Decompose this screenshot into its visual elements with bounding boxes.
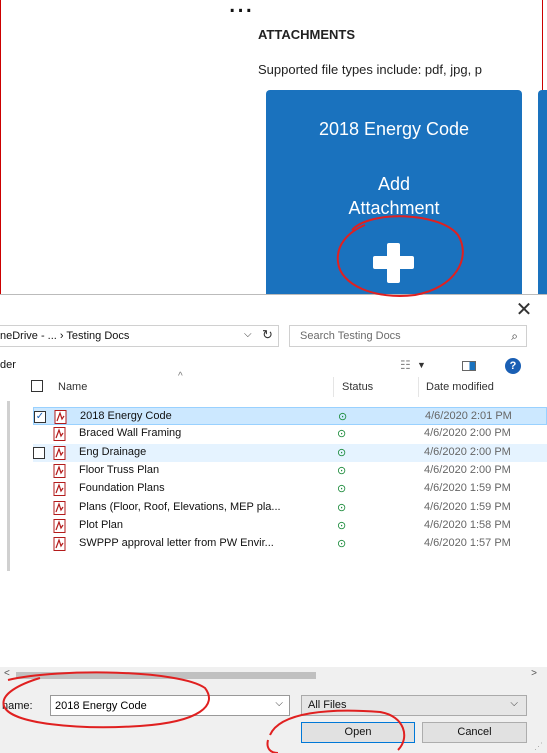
file-type-value: All Files: [308, 699, 347, 711]
open-button[interactable]: Open: [301, 722, 415, 743]
add-label-line1: Add: [377, 174, 411, 194]
add-attachment-label[interactable]: Add Attachment: [266, 172, 522, 220]
search-icon[interactable]: ⌕: [511, 329, 518, 344]
pdf-file-icon: [53, 445, 66, 460]
pdf-file-icon: [53, 463, 66, 478]
plus-icon-bar[interactable]: [373, 256, 414, 269]
file-row[interactable]: Plot Plan ⊙ 4/6/2020 1:58 PM: [33, 517, 547, 535]
breadcrumb-path[interactable]: neDrive - ... › Testing Docs: [0, 330, 129, 342]
chevron-down-icon[interactable]: ⌵: [510, 698, 518, 709]
file-open-dialog: ✕ neDrive - ... › Testing Docs ⌵ ↻ Searc…: [0, 294, 547, 753]
sync-status-icon: ⊙: [337, 428, 347, 441]
file-date-modified: 4/6/2020 2:00 PM: [424, 427, 511, 440]
attachment-card-energy-code[interactable]: 2018 Energy Code Add Attachment: [266, 90, 522, 305]
file-row[interactable]: ✓ 2018 Energy Code ⊙ 4/6/2020 2:01 PM: [33, 407, 547, 425]
resize-grip-icon[interactable]: ⋰: [534, 741, 543, 752]
sync-status-icon: ⊙: [337, 538, 347, 551]
file-name[interactable]: Plans (Floor, Roof, Elevations, MEP pla.…: [79, 501, 281, 513]
file-name[interactable]: Floor Truss Plan: [79, 464, 159, 476]
search-input[interactable]: Search Testing Docs: [300, 330, 401, 342]
scroll-right-icon[interactable]: >: [531, 668, 537, 679]
pdf-file-icon: [53, 427, 66, 442]
cancel-button[interactable]: Cancel: [422, 722, 527, 743]
file-row[interactable]: SWPPP approval letter from PW Envir... ⊙ 4…: [33, 535, 547, 553]
file-row[interactable]: Foundation Plans ⊙ 4/6/2020 1:59 PM: [33, 480, 547, 498]
file-name-input[interactable]: [51, 696, 269, 716]
file-row[interactable]: Plans (Floor, Roof, Elevations, MEP pla.…: [33, 499, 547, 517]
sync-status-icon: ⊙: [337, 501, 347, 514]
chevron-down-icon[interactable]: ⌵: [275, 698, 283, 709]
organize-new-folder-label[interactable]: der: [0, 359, 16, 371]
file-type-select[interactable]: All Files ⌵: [301, 695, 527, 716]
sort-ascending-icon: ^: [178, 371, 183, 382]
column-divider[interactable]: [333, 377, 334, 397]
sync-status-icon: ⊙: [337, 464, 347, 477]
sync-status-icon: ⊙: [337, 519, 347, 532]
supported-file-types-text: Supported file types include: pdf, jpg, …: [258, 62, 483, 77]
file-date-modified: 4/6/2020 2:00 PM: [424, 463, 511, 476]
attachment-card-next[interactable]: [538, 90, 547, 305]
sync-status-icon: ⊙: [337, 446, 347, 459]
file-date-modified: 4/6/2020 2:00 PM: [424, 445, 511, 458]
help-icon[interactable]: ?: [505, 358, 521, 374]
file-date-modified: 4/6/2020 2:01 PM: [425, 410, 512, 422]
view-options-icon[interactable]: ☷: [400, 358, 411, 372]
file-name[interactable]: Braced Wall Framing: [79, 427, 181, 439]
chevron-down-icon[interactable]: ▼: [417, 360, 426, 370]
file-date-modified: 4/6/2020 1:57 PM: [424, 537, 511, 550]
refresh-icon[interactable]: ↻: [262, 327, 273, 343]
scrollbar-thumb[interactable]: [16, 672, 316, 679]
file-name[interactable]: Eng Drainage: [79, 446, 146, 458]
file-name[interactable]: 2018 Energy Code: [80, 410, 172, 422]
select-all-checkbox[interactable]: [31, 380, 43, 392]
file-row[interactable]: Floor Truss Plan ⊙ 4/6/2020 2:00 PM: [33, 462, 547, 480]
pdf-file-icon: [53, 518, 66, 533]
file-row[interactable]: Eng Drainage ⊙ 4/6/2020 2:00 PM: [33, 443, 547, 462]
chevron-down-icon[interactable]: ⌵: [244, 329, 252, 340]
add-label-line2: Attachment: [348, 198, 440, 218]
file-date-modified: 4/6/2020 1:59 PM: [424, 500, 511, 513]
file-list-header: ^ Name Status Date modified: [0, 371, 547, 399]
column-date-modified[interactable]: Date modified: [426, 381, 494, 393]
file-name[interactable]: Plot Plan: [79, 519, 123, 531]
scroll-left-icon[interactable]: <: [4, 668, 10, 679]
row-checkbox[interactable]: [33, 446, 45, 459]
file-date-modified: 4/6/2020 1:58 PM: [424, 518, 511, 531]
row-checkbox[interactable]: ✓: [34, 411, 46, 423]
file-name-field[interactable]: ⌵: [50, 695, 290, 716]
search-box[interactable]: Search Testing Docs ⌕: [289, 325, 527, 347]
column-status[interactable]: Status: [342, 381, 373, 393]
horizontal-scrollbar[interactable]: < >: [0, 667, 547, 684]
pdf-file-icon: [53, 482, 66, 497]
navigation-pane-scrollbar[interactable]: [7, 401, 10, 571]
sync-status-icon: ⊙: [338, 411, 348, 423]
close-icon[interactable]: ✕: [514, 297, 534, 322]
file-name-label: name:: [2, 700, 33, 712]
pdf-file-icon: [54, 410, 67, 424]
pdf-file-icon: [53, 537, 66, 552]
preview-pane-icon[interactable]: [462, 361, 476, 371]
file-name[interactable]: SWPPP approval letter from PW Envir...: [79, 537, 274, 549]
card-title: 2018 Energy Code: [318, 119, 470, 139]
file-name[interactable]: Foundation Plans: [79, 482, 165, 494]
file-row[interactable]: Braced Wall Framing ⊙ 4/6/2020 2:00 PM: [33, 425, 547, 443]
pdf-file-icon: [53, 500, 66, 515]
address-breadcrumb[interactable]: neDrive - ... › Testing Docs ⌵ ↻: [0, 325, 279, 347]
column-name[interactable]: Name: [58, 381, 87, 393]
column-divider[interactable]: [418, 377, 419, 397]
file-date-modified: 4/6/2020 1:59 PM: [424, 482, 511, 495]
attachments-heading: ATTACHMENTS: [258, 27, 356, 42]
sync-status-icon: ⊙: [337, 483, 347, 496]
